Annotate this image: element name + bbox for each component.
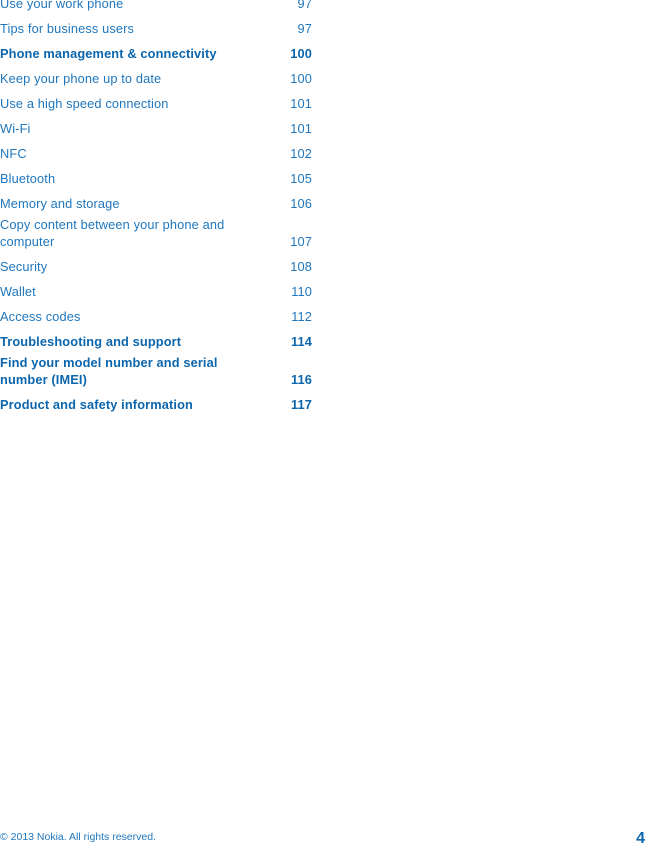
toc-entry-title: Troubleshooting and support (0, 333, 182, 349)
toc-entry-title: Phone management & connectivity (0, 45, 217, 61)
toc-entry[interactable]: Bluetooth 105 (0, 167, 312, 192)
toc-entry[interactable]: Phone management & connectivity 100 (0, 42, 312, 67)
toc-entry-title: Wallet (0, 283, 36, 299)
toc-entry[interactable]: Wallet 110 (0, 280, 312, 305)
toc-entry-page: 97 (297, 20, 312, 36)
toc-entry-title: Product and safety information (0, 396, 193, 412)
toc-entry-page: 105 (290, 170, 312, 186)
toc-entry[interactable]: NFC 102 (0, 142, 312, 167)
toc-entry-title: Memory and storage (0, 195, 120, 211)
toc-entry[interactable]: Find your model number and serial number… (0, 355, 312, 393)
toc-entry-page: 102 (290, 145, 312, 161)
toc-entry[interactable]: Wi-Fi 101 (0, 117, 312, 142)
toc-entry-page: 101 (290, 95, 312, 111)
document-page: Use your work phone 97 Tips for business u… (0, 0, 649, 852)
toc-entry[interactable]: Access codes 112 (0, 305, 312, 330)
toc-entry-title: Use a high speed connection (0, 95, 169, 111)
toc-entry-page: 116 (290, 371, 312, 387)
toc-entry-title: Use your work phone (0, 0, 124, 11)
toc-entry-page: 107 (290, 233, 312, 249)
toc-entry-title: Keep your phone up to date (0, 70, 162, 86)
toc-entry-page: 100 (290, 70, 312, 86)
toc-entry-title: Wi-Fi (0, 120, 31, 136)
toc-entry-page: 100 (290, 45, 312, 61)
toc-entry-title: Find your model number and serial number… (0, 355, 218, 387)
toc-entry[interactable]: Copy content between your phone and comp… (0, 217, 312, 255)
toc-entry[interactable]: Keep your phone up to date 100 (0, 67, 312, 92)
toc-entry[interactable]: Use a high speed connection 101 (0, 92, 312, 117)
toc-entry-page: 110 (291, 283, 312, 299)
toc-entry[interactable]: Use your work phone 97 (0, 0, 312, 17)
toc-entry-page: 114 (290, 333, 312, 349)
toc-entry-title: Tips for business users (0, 20, 135, 36)
table-of-contents: Use your work phone 97 Tips for business u… (0, 0, 312, 418)
toc-entry-title: Bluetooth (0, 170, 56, 186)
toc-entry-title: Security (0, 258, 48, 274)
toc-entry-page: 97 (297, 0, 312, 11)
page-number: 4 (636, 830, 645, 847)
toc-entry[interactable]: Product and safety information 117 (0, 393, 312, 418)
toc-entry-title: Copy content between your phone and comp… (0, 217, 225, 249)
toc-entry[interactable]: Memory and storage 106 (0, 192, 312, 217)
toc-entry-page: 106 (290, 195, 312, 211)
toc-entry-page: 101 (290, 120, 312, 136)
toc-entry-page: 117 (290, 396, 312, 412)
copyright-notice: © 2013 Nokia. All rights reserved. (0, 831, 156, 843)
toc-entry[interactable]: Security 108 (0, 255, 312, 280)
toc-entry-page: 108 (290, 258, 312, 274)
page-footer: © 2013 Nokia. All rights reserved. 4 (0, 826, 649, 852)
toc-entry[interactable]: Troubleshooting and support 114 (0, 330, 312, 355)
toc-entry-title: Access codes (0, 308, 81, 324)
toc-entry-title: NFC (0, 145, 27, 161)
toc-entry[interactable]: Tips for business users 97 (0, 17, 312, 42)
toc-entry-page: 112 (291, 308, 312, 324)
